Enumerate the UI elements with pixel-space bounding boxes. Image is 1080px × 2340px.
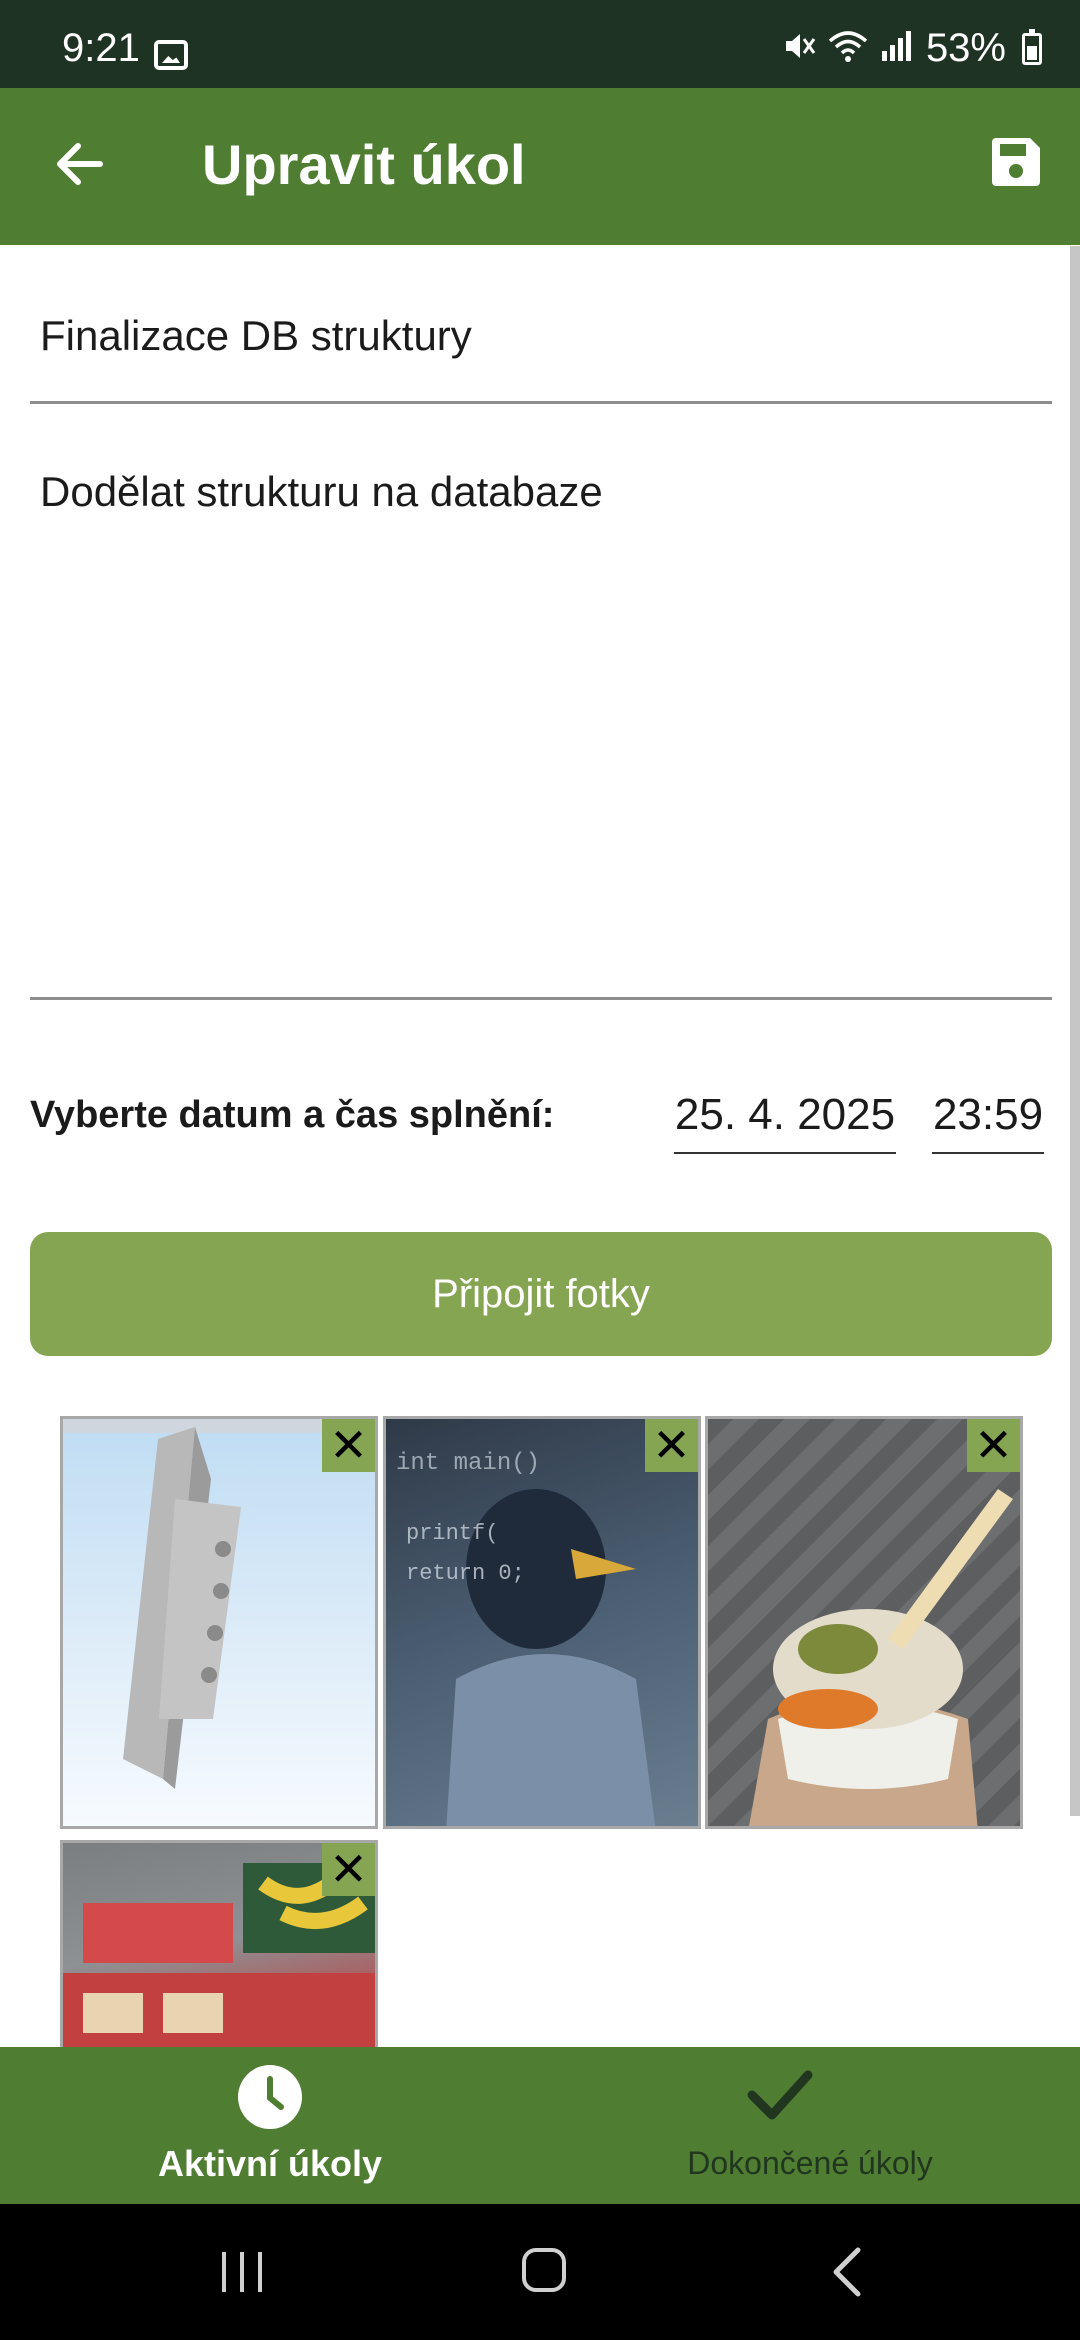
remove-photo-close-icon[interactable]: ✕	[322, 1419, 375, 1472]
task-title-value: Finalizace DB struktury	[40, 312, 472, 359]
photo-thumbnail[interactable]: ✕	[60, 1416, 378, 1829]
recents-icon[interactable]	[220, 2252, 264, 2292]
status-time: 9:21	[62, 26, 140, 70]
nav-label-completed-tasks: Dokončené úkoly	[687, 2145, 933, 2181]
floppy-disk-icon[interactable]	[988, 134, 1044, 190]
remove-photo-close-icon[interactable]: ✕	[967, 1419, 1020, 1472]
home-icon[interactable]	[522, 2248, 566, 2292]
svg-text:return 0;: return 0;	[406, 1561, 525, 1586]
ice-cream-image	[749, 1489, 1013, 1826]
arrow-left-icon[interactable]	[48, 132, 112, 196]
task-title-input[interactable]: Finalizace DB struktury	[30, 300, 1052, 404]
due-date-field[interactable]: 25. 4. 2025	[674, 1090, 896, 1154]
nav-item-completed-tasks[interactable]: Dokončené úkoly	[540, 2047, 1080, 2204]
nav-label-active-tasks: Aktivní úkoly	[157, 2143, 383, 2184]
due-time-field[interactable]: 23:59	[932, 1090, 1044, 1154]
app-bar: Upravit úkol	[0, 88, 1080, 245]
status-icons: 53%	[782, 26, 1042, 71]
svg-text:int main(): int main()	[396, 1450, 540, 1477]
wifi-icon	[828, 29, 868, 69]
attach-photos-button[interactable]: Připojit fotky	[30, 1232, 1052, 1356]
photo-thumbnail[interactable]: ✕	[705, 1416, 1023, 1829]
scrollbar[interactable]	[1070, 246, 1080, 1816]
page-title: Upravit úkol	[202, 133, 526, 196]
task-description-value: Dodělat strukturu na databaze	[40, 468, 603, 515]
remove-photo-close-icon[interactable]: ✕	[645, 1419, 698, 1472]
battery-icon	[1022, 28, 1042, 65]
photo-thumbnail[interactable]: int main() printf( return 0; ✕	[383, 1416, 701, 1829]
signal-icon	[880, 29, 914, 69]
status-bar: 9:21 53%	[0, 0, 1080, 88]
gallery-icon	[154, 40, 188, 70]
clock-icon	[238, 2065, 302, 2129]
bird-coding-image: int main() printf( return 0;	[396, 1450, 656, 1826]
system-back-icon[interactable]	[830, 2246, 864, 2298]
mute-icon	[782, 29, 816, 69]
bracket-model-image	[63, 1419, 375, 1789]
system-navigation-bar	[0, 2204, 1080, 2340]
check-icon	[747, 2070, 813, 2120]
remove-photo-close-icon[interactable]: ✕	[322, 1843, 375, 1896]
svg-text:printf(: printf(	[406, 1521, 498, 1546]
due-date-label: Vyberte datum a čas splnění:	[30, 1094, 555, 1136]
battery-percent: 53%	[925, 26, 1006, 70]
bottom-navigation: Aktivní úkoly Dokončené úkoly	[0, 2047, 1080, 2204]
task-description-input[interactable]: Dodělat strukturu na databaze	[30, 404, 1052, 1000]
nav-item-active-tasks[interactable]: Aktivní úkoly	[0, 2047, 540, 2204]
